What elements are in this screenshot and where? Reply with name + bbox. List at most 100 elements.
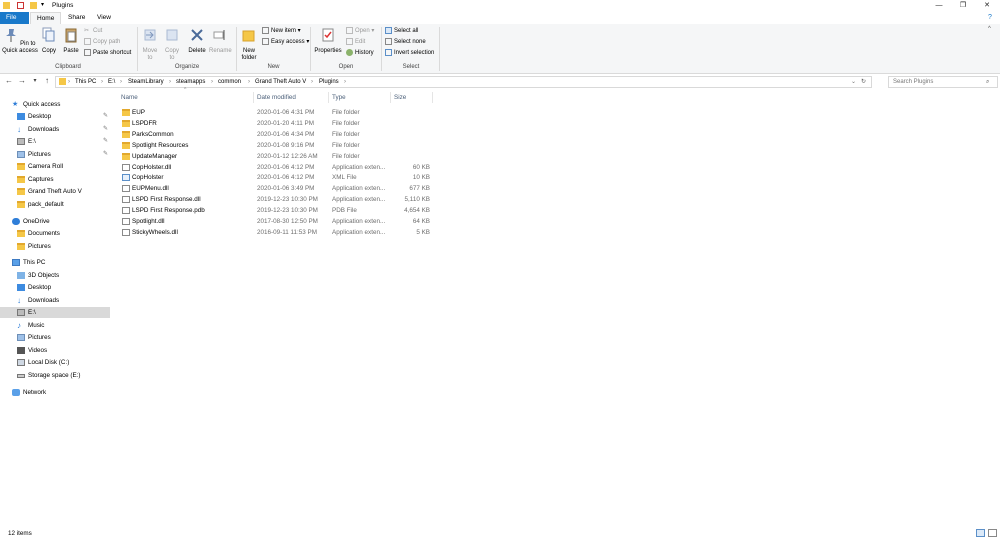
new-item-button[interactable]: New item ▾: [262, 27, 301, 36]
paste-button[interactable]: Paste: [60, 27, 82, 55]
table-row[interactable]: LSPDFR 2020-01-20 4:11 PM File folder: [118, 118, 438, 129]
rename-button[interactable]: Rename: [209, 27, 232, 55]
nav-item-captures[interactable]: Captures: [0, 174, 110, 185]
tab-file[interactable]: File: [0, 12, 29, 24]
up-arrow-icon[interactable]: ↑: [42, 76, 52, 86]
copy-button[interactable]: Copy: [39, 27, 59, 55]
table-row[interactable]: EUP 2020-01-06 4:31 PM File folder: [118, 107, 438, 118]
nav-onedrive[interactable]: OneDrive: [0, 216, 110, 227]
tab-share[interactable]: Share: [62, 12, 91, 24]
table-row[interactable]: LSPD First Response.dll 2019-12-23 10:30 …: [118, 194, 438, 205]
move-to-button[interactable]: Move to: [140, 27, 160, 62]
nav-this-pc[interactable]: This PC: [0, 257, 110, 268]
breadcrumb-steamapps[interactable]: steamapps: [176, 77, 205, 87]
breadcrumb-this-pc[interactable]: This PC: [75, 77, 96, 87]
new-folder-button[interactable]: New folder: [239, 27, 259, 62]
nav-item-downloads[interactable]: ↓ Downloads ✎: [0, 124, 110, 135]
invert-selection-button[interactable]: Invert selection: [385, 49, 434, 58]
group-label-new: New: [267, 64, 280, 70]
column-header-name[interactable]: Name: [118, 92, 254, 103]
copy-icon: [42, 27, 55, 42]
details-view-icon[interactable]: [976, 529, 985, 537]
customize-quick-access-icon[interactable]: ▾: [41, 2, 47, 9]
nav-item-onedrive-pictures[interactable]: Pictures: [0, 241, 110, 252]
nav-item-pictures[interactable]: Pictures ✎: [0, 149, 110, 160]
address-bar[interactable]: › This PC › E:\ › SteamLibrary › steamap…: [55, 76, 872, 88]
breadcrumb-steamlibrary[interactable]: SteamLibrary: [128, 77, 164, 87]
collapse-ribbon-icon[interactable]: ^: [988, 26, 991, 32]
delete-button[interactable]: Delete: [186, 27, 208, 55]
nav-item-pack-default[interactable]: pack_default: [0, 199, 110, 210]
minimize-button[interactable]: —: [928, 0, 950, 11]
nav-quick-access[interactable]: ★ Quick access: [0, 99, 110, 110]
nav-network[interactable]: Network: [0, 387, 110, 398]
breadcrumb-gta-v[interactable]: Grand Theft Auto V: [255, 77, 306, 87]
history-button[interactable]: History: [346, 49, 374, 58]
table-row[interactable]: CopHolster.dll 2020-01-06 4:12 PM Applicat…: [118, 162, 438, 173]
recent-locations-chevron-icon[interactable]: ▾: [30, 76, 40, 86]
nav-item-pc-pictures[interactable]: Pictures: [0, 332, 110, 343]
nav-item-pc-downloads[interactable]: ↓ Downloads: [0, 295, 110, 306]
large-icons-view-icon[interactable]: [988, 529, 997, 537]
table-row[interactable]: EUPMenu.dll 2020-01-06 3:49 PM Application…: [118, 183, 438, 194]
column-header-date[interactable]: Date modified: [254, 92, 329, 103]
folder-icon: [17, 176, 25, 183]
pin-icon[interactable]: ✎: [103, 124, 108, 135]
edit-button[interactable]: Edit: [346, 38, 365, 47]
properties-quick-icon[interactable]: [17, 2, 24, 9]
nav-item-pc-desktop[interactable]: Desktop: [0, 282, 110, 293]
search-input[interactable]: Search Plugins ⌕: [888, 76, 998, 88]
copy-path-button[interactable]: Copy path: [84, 38, 120, 47]
file-name: StickyWheels.dll: [132, 228, 178, 236]
help-icon[interactable]: ?: [988, 14, 992, 21]
column-header-size[interactable]: Size: [391, 92, 433, 103]
column-header-type[interactable]: Type: [329, 92, 391, 103]
pin-icon[interactable]: ✎: [103, 149, 108, 160]
breadcrumb-plugins[interactable]: Plugins: [319, 77, 339, 87]
nav-item-pc-e-drive[interactable]: E:\: [0, 307, 110, 318]
pin-to-quick-access-button[interactable]: Pin to Quick access: [2, 27, 38, 55]
easy-access-button[interactable]: Easy access ▾: [262, 38, 309, 47]
folder-icon: [122, 130, 130, 138]
table-row[interactable]: UpdateManager 2020-01-12 12:26 AM File fol…: [118, 151, 438, 162]
new-folder-quick-icon[interactable]: [30, 2, 37, 9]
table-row[interactable]: ParksCommon 2020-01-06 4:34 PM File folder: [118, 129, 438, 140]
nav-item-desktop[interactable]: Desktop ✎: [0, 111, 110, 122]
nav-item-local-disk-c[interactable]: Local Disk (C:): [0, 357, 110, 368]
pin-icon[interactable]: ✎: [103, 136, 108, 147]
nav-item-documents[interactable]: Documents: [0, 228, 110, 239]
xml-file-icon: [122, 174, 130, 182]
open-button[interactable]: Open ▾: [346, 27, 374, 36]
breadcrumb-common[interactable]: common: [218, 77, 241, 87]
forward-arrow-icon[interactable]: →: [17, 76, 27, 86]
select-none-icon: [385, 38, 392, 45]
tab-view[interactable]: View: [91, 12, 117, 24]
nav-item-storage-space-e[interactable]: Storage space (E:): [0, 370, 110, 381]
nav-item-3d-objects[interactable]: 3D Objects: [0, 270, 110, 281]
maximize-button[interactable]: ❐: [952, 0, 974, 11]
refresh-icon[interactable]: ↻: [861, 77, 866, 87]
close-button[interactable]: ✕: [976, 0, 998, 11]
copy-to-button[interactable]: Copy to: [162, 27, 182, 62]
cut-button[interactable]: ✂ Cut: [84, 27, 102, 36]
properties-button[interactable]: Properties: [313, 27, 343, 55]
select-all-button[interactable]: Select all: [385, 27, 418, 36]
select-none-button[interactable]: Select none: [385, 38, 426, 47]
file-date: 2020-01-06 4:34 PM: [257, 130, 315, 138]
table-row[interactable]: StickyWheels.dll 2016-09-11 11:53 PM Appli…: [118, 227, 438, 238]
address-dropdown-chevron-icon[interactable]: ⌄: [851, 77, 856, 87]
table-row[interactable]: Spotlight.dll 2017-08-30 12:50 PM Applicat…: [118, 216, 438, 227]
nav-item-music[interactable]: ♪ Music: [0, 320, 110, 331]
nav-item-videos[interactable]: Videos: [0, 345, 110, 356]
breadcrumb-e-drive[interactable]: E:\: [108, 77, 115, 87]
dll-file-icon: [122, 185, 130, 193]
table-row[interactable]: Spotlight Resources 2020-01-08 9:16 PM Fil…: [118, 140, 438, 151]
nav-item-e-drive[interactable]: E:\ ✎: [0, 136, 110, 147]
table-row[interactable]: CopHolster 2020-01-06 4:12 PM XML File 10 K…: [118, 172, 438, 183]
nav-item-gta-v[interactable]: Grand Theft Auto V: [0, 186, 110, 197]
paste-shortcut-button[interactable]: Paste shortcut: [84, 49, 131, 58]
table-row[interactable]: LSPD First Response.pdb 2019-12-23 10:30 …: [118, 205, 438, 216]
back-arrow-icon[interactable]: ←: [4, 76, 14, 86]
pin-icon[interactable]: ✎: [103, 111, 108, 122]
nav-item-camera-roll[interactable]: Camera Roll: [0, 161, 110, 172]
